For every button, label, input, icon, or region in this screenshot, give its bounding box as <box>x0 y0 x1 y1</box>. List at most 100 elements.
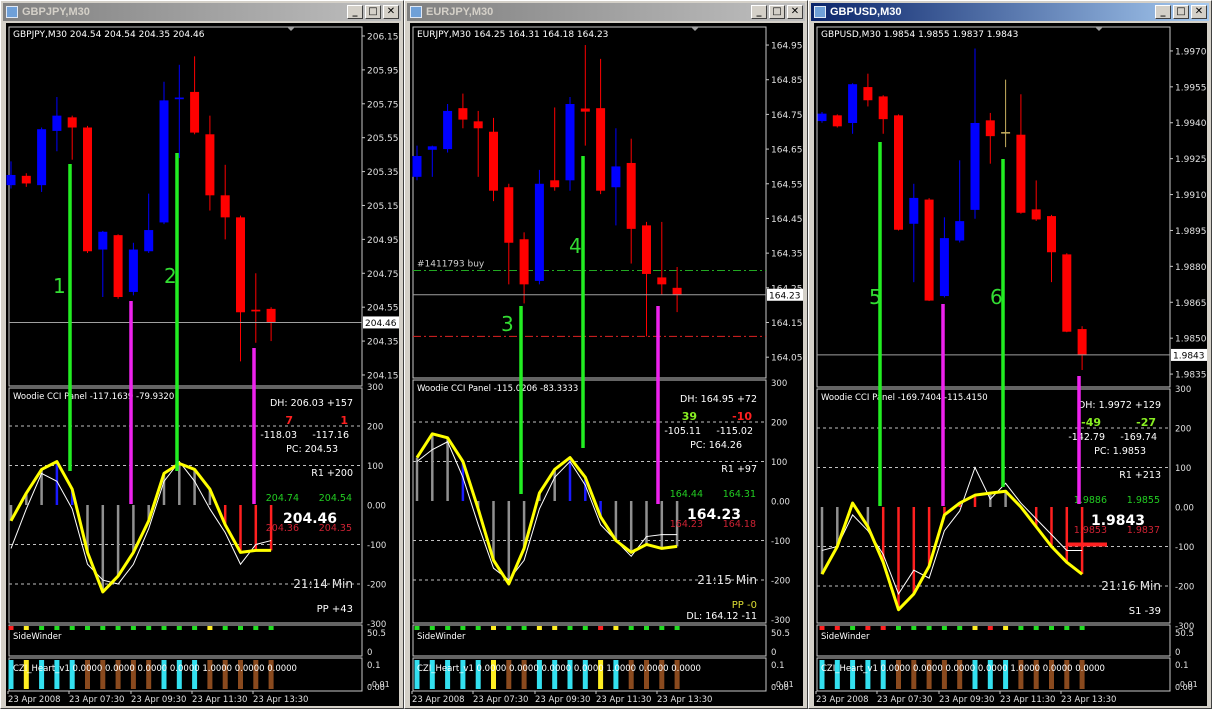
price-tick-label: 164.85 <box>771 76 803 86</box>
cci-tick-label: 300 <box>1175 385 1191 395</box>
czi-label: CZI_Heart_v1 0.0000 0.0000 0.0000 0.0000… <box>13 664 297 674</box>
candle <box>21 173 31 187</box>
cci-info-d: -117.16 <box>312 430 349 441</box>
candle <box>939 217 949 298</box>
candle <box>985 112 995 164</box>
sidewinder-dot <box>644 626 649 630</box>
sidewinder-dot <box>1064 626 1070 630</box>
cci-info-b: -10 <box>732 410 752 423</box>
cci-info-c: -105.11 <box>664 426 701 437</box>
cci-tick-label: 300 <box>367 383 383 393</box>
price-tick-label: 205.55 <box>367 134 399 144</box>
sidewinder-dot <box>8 626 14 630</box>
sidewinder-dot <box>536 626 542 630</box>
cci-info-c: -142.79 <box>1068 432 1105 443</box>
price-tick-label: 164.65 <box>771 146 803 156</box>
candle <box>236 215 245 362</box>
main-chart-frame <box>8 26 363 387</box>
candle-body <box>1001 132 1011 134</box>
time-axis-label: 23 Apr 13:30 <box>253 695 308 705</box>
chart-canvas: 164.95 164.85 164.75 164.65 164.55 164.45 164.… <box>411 26 803 705</box>
cci-line <box>9 460 272 594</box>
candle-body <box>565 103 575 181</box>
candle <box>848 83 858 134</box>
czi-tick: -0.01 <box>773 680 794 689</box>
candle <box>817 111 827 123</box>
candle <box>1077 326 1087 371</box>
candle-body <box>159 100 169 223</box>
candle-body <box>98 231 108 250</box>
candle <box>174 64 184 159</box>
sidewinder-label: SideWinder <box>417 632 466 642</box>
candle-body <box>672 287 682 295</box>
czi-label: CZI_Heart_v1 0.0000 0.0000 0.0000 0.0000… <box>821 664 1105 674</box>
candle-body <box>52 115 62 131</box>
cci-tick-label: -300 <box>771 616 790 626</box>
sidewinder-dot <box>475 626 481 630</box>
price-tick-label: 164.75 <box>771 111 803 121</box>
sidewinder-dot <box>1018 626 1024 630</box>
candle-body <box>1031 209 1041 220</box>
cci-info-dh: DH: 1.9972 +129 <box>1078 400 1161 411</box>
symbol-ohlc-info: EURJPY,M30 164.25 164.31 164.18 164.23 <box>417 30 608 40</box>
time-axis-label: 23 Apr 2008 <box>816 695 869 705</box>
candle <box>878 95 888 134</box>
sidewinder-tick: 50.5 <box>367 629 386 639</box>
candle-body <box>473 121 483 129</box>
sidewinder-dot <box>880 626 886 630</box>
candle <box>626 138 636 264</box>
candle <box>1001 79 1011 148</box>
candle <box>504 183 514 285</box>
candle-body <box>642 225 651 274</box>
candle-body <box>174 97 184 100</box>
candle <box>1062 253 1072 333</box>
sidewinder-dot <box>115 626 121 630</box>
sidewinder-dot <box>253 626 259 630</box>
candle <box>955 160 965 243</box>
candle <box>642 221 651 337</box>
candle <box>473 110 483 177</box>
candle-body <box>1016 134 1026 213</box>
sidewinder-dot <box>268 626 274 630</box>
candle <box>909 183 919 283</box>
candle <box>52 97 62 152</box>
sidewinder-dot <box>628 626 634 630</box>
candle <box>550 107 560 191</box>
sidewinder-dot <box>69 626 75 630</box>
cci-tick-label: 300 <box>771 379 787 389</box>
candle-body <box>6 174 16 186</box>
candle <box>159 81 169 225</box>
candle <box>489 117 498 202</box>
current-price-label: 204.46 <box>365 319 397 329</box>
cci-info-b: 1 <box>340 414 348 427</box>
price-tick-label: 164.55 <box>771 180 803 190</box>
candle-body <box>611 166 621 188</box>
time-axis-label: 23 Apr 13:30 <box>657 695 712 705</box>
sidewinder-dot <box>130 626 136 630</box>
price-tick-label: 1.9850 <box>1175 335 1207 345</box>
signal-number-label: 5 <box>869 285 882 309</box>
candle-body <box>924 199 934 301</box>
time-axis-label: 23 Apr 07:30 <box>877 695 932 705</box>
candle <box>67 115 77 160</box>
cci-tick-label: 200 <box>1175 425 1191 435</box>
cci-info-pivot: S1 -39 <box>1129 606 1161 617</box>
price-tick-label: 204.95 <box>367 236 399 246</box>
cci-tick-label: -100 <box>367 541 386 551</box>
sidewinder-dot <box>161 626 167 630</box>
candle-body <box>955 221 965 241</box>
candle-body <box>848 84 858 123</box>
sidewinder-dot <box>972 626 978 630</box>
time-axis-label: 23 Apr 2008 <box>412 695 465 705</box>
cci-info-d: -115.02 <box>716 426 753 437</box>
order-line-label: #1411793 buy <box>417 259 485 269</box>
price-tick-label: 205.15 <box>367 202 399 212</box>
candle <box>924 198 934 302</box>
sidewinder-dot <box>192 626 198 630</box>
candle-body <box>1062 254 1072 332</box>
candle <box>565 97 575 191</box>
price-tick-label: 205.95 <box>367 66 399 76</box>
sidewinder-dot <box>850 626 856 630</box>
price-tick-label: 164.95 <box>771 42 803 52</box>
tcci-line <box>10 460 272 585</box>
